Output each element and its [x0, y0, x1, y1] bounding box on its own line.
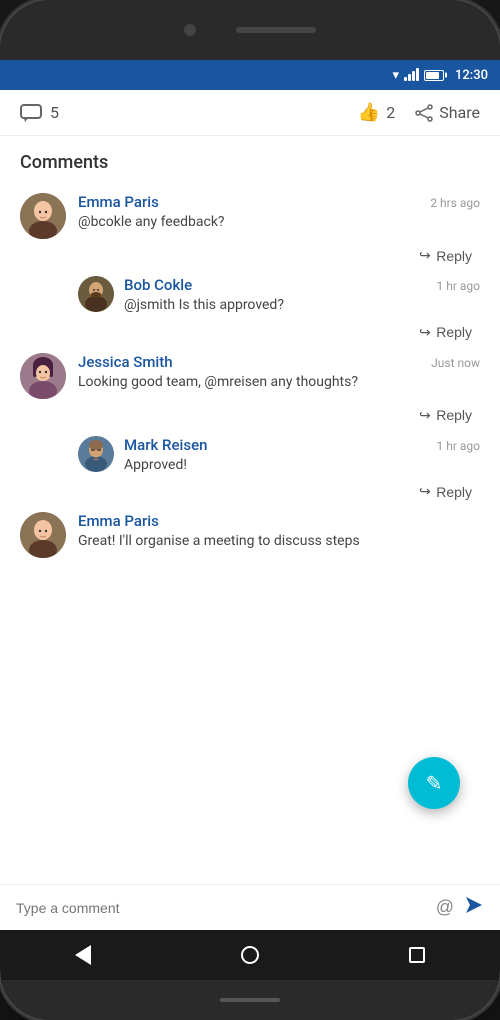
reply-row: ↩ Reply: [78, 320, 480, 345]
comment-text: Great! I'll organise a meeting to discus…: [78, 532, 480, 552]
signal-icon: [404, 69, 419, 81]
comment-author: Emma Paris: [78, 512, 159, 530]
back-button[interactable]: [68, 940, 98, 970]
phone-frame: ▾ 12:30: [0, 0, 500, 1020]
comment-input-area: @: [0, 884, 500, 930]
comment-text: @jsmith Is this approved?: [124, 296, 480, 316]
comment-body: Mark Reisen 1 hr ago Approved!: [124, 436, 480, 476]
comment-item: Emma Paris 2 hrs ago @bcokle any feedbac…: [20, 193, 480, 239]
comment-time: Just now: [431, 356, 480, 370]
comment-item: Emma Paris Great! I'll organise a meetin…: [20, 512, 480, 558]
comment-count-area: 5: [20, 103, 59, 122]
comment-author: Jessica Smith: [78, 353, 173, 371]
comment-item: Mark Reisen 1 hr ago Approved!: [78, 436, 480, 476]
comment-header: Bob Cokle 1 hr ago: [124, 276, 480, 294]
reply-button[interactable]: ↩ Reply: [411, 320, 480, 345]
comment-header: Jessica Smith Just now: [78, 353, 480, 371]
send-button[interactable]: [464, 895, 484, 920]
comment-text: @bcokle any feedback?: [78, 213, 480, 233]
front-camera: [184, 24, 196, 36]
nested-comment: Bob Cokle 1 hr ago @jsmith Is this appro…: [78, 276, 480, 345]
back-icon: [75, 945, 91, 965]
edit-fab[interactable]: ✎: [408, 757, 460, 809]
status-icons: ▾ 12:30: [392, 68, 488, 83]
status-bar: ▾ 12:30: [0, 60, 500, 90]
phone-top-decoration: [0, 0, 500, 60]
avatar: [78, 436, 114, 472]
reply-row: ↩ Reply: [20, 243, 480, 268]
comment-header: Mark Reisen 1 hr ago: [124, 436, 480, 454]
comment-author: Mark Reisen: [124, 436, 207, 454]
main-content: 5 👍 2 Share: [0, 90, 500, 930]
reply-arrow-icon: ↩: [419, 407, 431, 424]
home-button[interactable]: [235, 940, 265, 970]
reply-row: ↩ Reply: [78, 479, 480, 504]
comment-text: Approved!: [124, 456, 480, 476]
recents-button[interactable]: [402, 940, 432, 970]
reply-button[interactable]: ↩ Reply: [411, 479, 480, 504]
nested-comment: Mark Reisen 1 hr ago Approved! ↩ Reply: [78, 436, 480, 505]
comment-text: Looking good team, @mreisen any thoughts…: [78, 373, 480, 393]
share-area[interactable]: Share: [415, 103, 480, 122]
battery-icon: [424, 70, 444, 81]
mention-button[interactable]: @: [436, 897, 454, 918]
reply-label: Reply: [436, 248, 472, 264]
reply-label: Reply: [436, 484, 472, 500]
home-icon: [241, 946, 259, 964]
screen: ▾ 12:30: [0, 60, 500, 980]
comment-bubble-icon: [20, 104, 42, 122]
avatar: [78, 276, 114, 312]
bottom-navigation: [0, 930, 500, 980]
comment-time: 2 hrs ago: [430, 196, 480, 210]
reply-label: Reply: [436, 407, 472, 423]
avatar: [20, 353, 66, 399]
comment-author: Emma Paris: [78, 193, 159, 211]
share-label: Share: [439, 103, 480, 122]
reply-arrow-icon: ↩: [419, 324, 431, 341]
reply-arrow-icon: ↩: [419, 247, 431, 264]
comment-body: Bob Cokle 1 hr ago @jsmith Is this appro…: [124, 276, 480, 316]
speaker-grille: [236, 27, 316, 33]
comments-title: Comments: [20, 152, 480, 173]
wifi-icon: ▾: [392, 68, 399, 83]
comment-author: Bob Cokle: [124, 276, 192, 294]
reply-row: ↩ Reply: [20, 403, 480, 428]
comment-item: Jessica Smith Just now Looking good team…: [20, 353, 480, 399]
like-area[interactable]: 👍 2: [358, 102, 395, 123]
comment-body: Jessica Smith Just now Looking good team…: [78, 353, 480, 399]
reply-arrow-icon: ↩: [419, 483, 431, 500]
edit-icon: ✎: [426, 771, 443, 795]
send-icon: [464, 895, 484, 915]
avatar: [20, 512, 66, 558]
comments-section: Comments: [0, 136, 500, 852]
thumbs-up-icon: 👍: [358, 102, 380, 123]
reply-label: Reply: [436, 324, 472, 340]
comment-item: Bob Cokle 1 hr ago @jsmith Is this appro…: [78, 276, 480, 316]
comment-time: 1 hr ago: [437, 439, 480, 453]
status-time: 12:30: [455, 68, 488, 83]
comment-header: Emma Paris 2 hrs ago: [78, 193, 480, 211]
share-icon: [415, 104, 433, 122]
comment-header: Emma Paris: [78, 512, 480, 530]
top-actions-bar: 5 👍 2 Share: [0, 90, 500, 136]
home-indicator: [220, 998, 280, 1002]
comment-count: 5: [50, 103, 59, 122]
recents-icon: [409, 947, 425, 963]
reply-button[interactable]: ↩ Reply: [411, 403, 480, 428]
reply-button[interactable]: ↩ Reply: [411, 243, 480, 268]
comment-body: Emma Paris Great! I'll organise a meetin…: [78, 512, 480, 558]
phone-bottom-decoration: [0, 980, 500, 1020]
comment-input[interactable]: [16, 900, 426, 916]
comment-time: 1 hr ago: [437, 279, 480, 293]
like-count: 2: [386, 103, 395, 122]
avatar: [20, 193, 66, 239]
comment-body: Emma Paris 2 hrs ago @bcokle any feedbac…: [78, 193, 480, 239]
